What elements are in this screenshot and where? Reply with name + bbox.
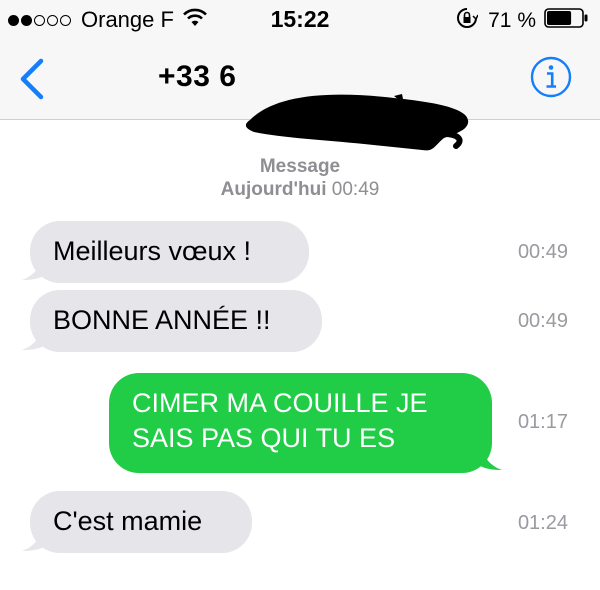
- outgoing-message[interactable]: CIMER MA COUILLE JE SAIS PAS QUI TU ES: [109, 373, 492, 473]
- incoming-message[interactable]: BONNE ANNÉE !!: [30, 290, 322, 352]
- thread-date: Aujourd'hui 00:49: [0, 178, 600, 201]
- message-text-line: CIMER MA COUILLE JE: [132, 388, 428, 418]
- incoming-message[interactable]: Meilleurs vœux !: [30, 221, 309, 283]
- info-button[interactable]: [528, 54, 574, 100]
- message-timestamp: 00:49: [517, 310, 568, 332]
- battery-percent: 71 %: [488, 9, 536, 32]
- battery-icon: [544, 8, 588, 34]
- back-button[interactable]: [14, 56, 54, 102]
- service-label: Message: [259, 156, 341, 177]
- message-text: Meilleurs vœux !: [53, 236, 252, 266]
- message-text: C'est mamie: [53, 506, 203, 536]
- thread-day: Aujourd'hui: [220, 179, 327, 200]
- message-timestamp: 01:17: [517, 411, 568, 433]
- incoming-message[interactable]: C'est mamie: [30, 491, 252, 553]
- redaction-scribble: [244, 94, 474, 159]
- thread-header: Message Aujourd'hui 00:49: [0, 155, 600, 201]
- chevron-left-icon: [20, 58, 44, 100]
- thread-time: 00:49: [331, 179, 380, 200]
- status-bar: Orange F 15:22 71 %: [0, 0, 600, 40]
- status-right: 71 %: [456, 7, 588, 35]
- orientation-lock-icon: [456, 7, 479, 35]
- navigation-bar: +33 6: [0, 40, 600, 151]
- info-icon: [530, 56, 572, 98]
- message-text-line: SAIS PAS QUI TU ES: [132, 423, 396, 453]
- contact-number[interactable]: +33 6: [158, 60, 236, 94]
- message-timestamp: 01:24: [517, 512, 568, 534]
- message-text: BONNE ANNÉE !!: [53, 305, 271, 335]
- message-timestamp: 00:49: [517, 241, 568, 263]
